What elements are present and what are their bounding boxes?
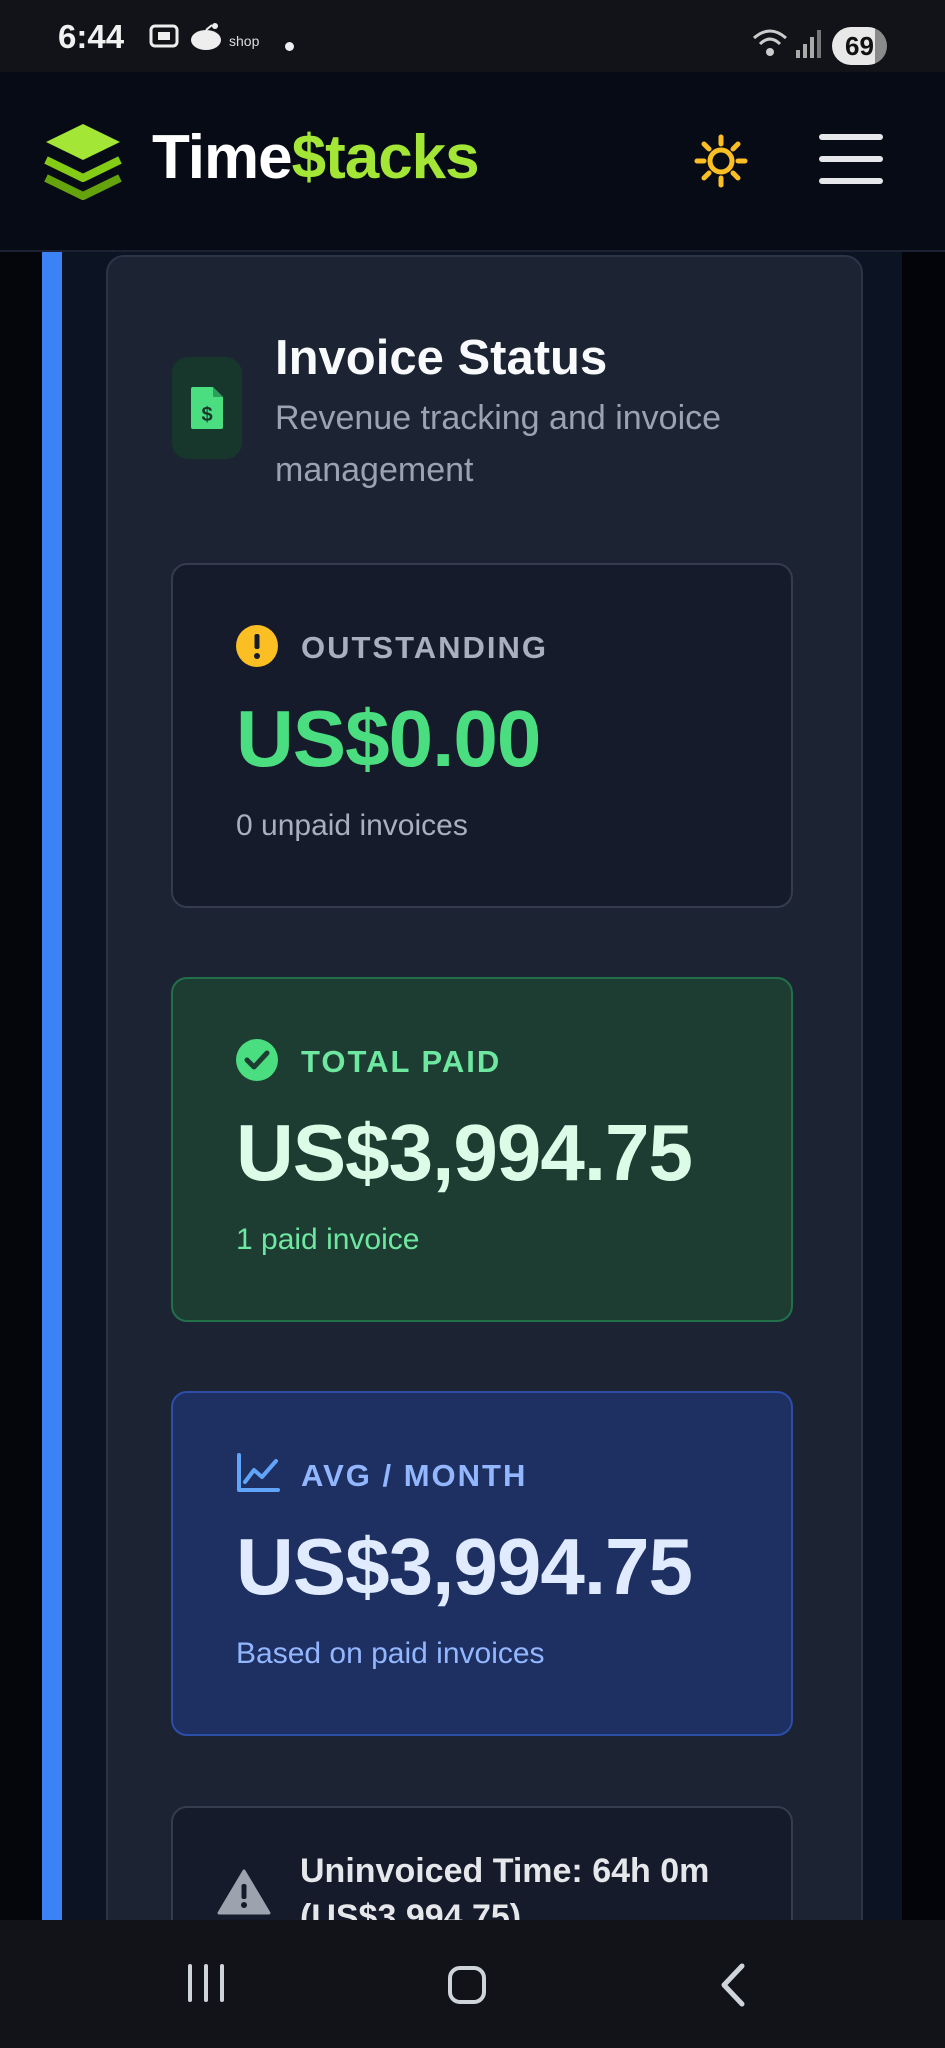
card-subtitle: Revenue tracking and invoice management <box>275 399 722 489</box>
warning-triangle-icon <box>217 1868 271 1921</box>
alert-circle-icon <box>236 625 278 672</box>
total-paid-stat: TOTAL PAID US$3,994.75 1 paid invoice <box>171 977 793 1322</box>
shop-label: shop <box>229 33 260 49</box>
brand-part-stacks: $tacks <box>291 123 480 192</box>
outstanding-label: OUTSTANDING <box>301 630 549 665</box>
page-gutter-left <box>0 252 42 1920</box>
app-header: Time$tacks <box>0 72 945 252</box>
brand-name[interactable]: Time$tacks <box>152 122 480 193</box>
screenshot-icon <box>148 20 180 57</box>
avg-month-stat: AVG / MONTH US$3,994.75 Based on paid in… <box>171 1391 793 1736</box>
trending-up-icon <box>236 1453 280 1498</box>
back-icon[interactable] <box>718 1962 748 2013</box>
page-gutter-right <box>902 252 945 1920</box>
menu-icon[interactable] <box>819 134 883 188</box>
accent-rail <box>42 252 62 1920</box>
reddit-icon <box>188 20 224 57</box>
avg-month-subtext: Based on paid invoices <box>236 1637 545 1670</box>
status-bar: 6:44 shop 69 <box>0 0 945 72</box>
check-circle-icon <box>236 1039 278 1086</box>
svg-text:$: $ <box>201 404 212 426</box>
invoice-document-icon: $ <box>172 357 242 459</box>
notification-dot <box>285 42 294 51</box>
sun-icon[interactable] <box>694 134 748 193</box>
signal-icon <box>796 30 822 63</box>
total-paid-subtext: 1 paid invoice <box>236 1223 420 1256</box>
status-time: 6:44 <box>58 18 125 55</box>
avg-month-label: AVG / MONTH <box>301 1458 528 1493</box>
recents-icon[interactable] <box>186 1963 226 2008</box>
logo-stack-icon[interactable] <box>42 120 124 207</box>
battery-indicator: 69 <box>832 27 887 65</box>
outstanding-stat: OUTSTANDING US$0.00 0 unpaid invoices <box>171 563 793 908</box>
outstanding-value: US$0.00 <box>236 694 541 783</box>
home-icon[interactable] <box>448 1966 486 2004</box>
wifi-icon <box>752 28 788 63</box>
avg-month-value: US$3,994.75 <box>236 1522 693 1611</box>
outstanding-subtext: 0 unpaid invoices <box>236 809 468 842</box>
card-title: Invoice Status <box>275 331 608 385</box>
total-paid-value: US$3,994.75 <box>236 1108 693 1197</box>
brand-part-time: Time <box>152 123 293 192</box>
total-paid-label: TOTAL PAID <box>301 1044 502 1079</box>
